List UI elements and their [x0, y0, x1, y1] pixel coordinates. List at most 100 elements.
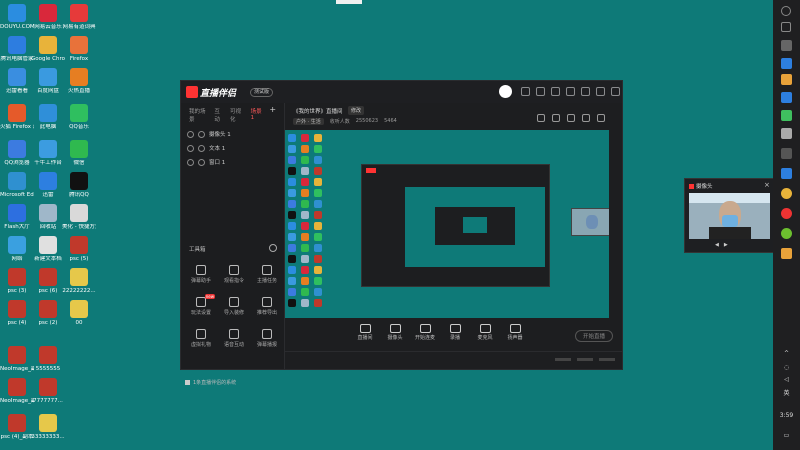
desktop-icon[interactable]: 腾讯QQ: [62, 172, 96, 199]
action-button[interactable]: 扬声器: [501, 321, 529, 347]
desktop-icon[interactable]: 网络: [0, 236, 34, 263]
menu-icon[interactable]: [566, 87, 575, 96]
desktop-icon[interactable]: psc (3): [0, 268, 34, 295]
desktop-icon[interactable]: 7777777...: [31, 378, 65, 405]
start-icon[interactable]: [781, 6, 791, 16]
desktop-icon[interactable]: psc (5): [62, 236, 96, 263]
tool-item[interactable]: 虚拟礼物: [185, 329, 217, 348]
add-scene-button[interactable]: +: [269, 106, 276, 123]
desktop-icon[interactable]: 千牛工作台: [31, 140, 65, 167]
app-icon[interactable]: [781, 228, 792, 239]
app-icon[interactable]: [781, 92, 792, 103]
desktop-icon[interactable]: Flash大厅: [0, 204, 34, 231]
desktop-icon[interactable]: 新建文本档: [31, 236, 65, 263]
tool-item[interactable]: 推荐导出: [251, 297, 283, 316]
live-companion-icon[interactable]: [781, 208, 792, 219]
source-item[interactable]: 窗口 1: [181, 155, 284, 169]
bell-icon[interactable]: [582, 114, 590, 122]
search-icon[interactable]: [781, 22, 791, 32]
desktop-icon[interactable]: DOUYU.COM 斗鱼直播: [0, 4, 34, 31]
room-category[interactable]: 户外 · 生活: [293, 118, 324, 125]
desktop-icon[interactable]: 美化 - 快捷方式: [62, 204, 96, 231]
notification-icon[interactable]: ▭: [773, 432, 800, 439]
action-button[interactable]: 录播: [441, 321, 469, 347]
desktop-icon[interactable]: 此电脑: [31, 104, 65, 131]
preview-canvas[interactable]: [285, 130, 609, 318]
desktop-icon[interactable]: 5555555: [31, 346, 65, 373]
skin-icon[interactable]: [536, 87, 545, 96]
desktop-icon[interactable]: Firefox: [62, 36, 96, 63]
tool-item[interactable]: 弹幕助手: [185, 265, 217, 284]
desktop-icon[interactable]: 网易云音乐: [31, 4, 65, 31]
message-icon[interactable]: [521, 87, 530, 96]
user-icon[interactable]: [567, 114, 575, 122]
minimize-icon[interactable]: [581, 87, 590, 96]
eye-icon[interactable]: [187, 158, 194, 166]
eye-icon[interactable]: [187, 144, 194, 152]
source-item[interactable]: 文本 1: [181, 141, 284, 155]
tool-item[interactable]: 玩法设置 new: [185, 294, 217, 316]
share-icon[interactable]: [597, 114, 605, 122]
desktop-icon[interactable]: 火狐 Firefox 浏览: [0, 104, 34, 131]
desktop-icon[interactable]: NeoImage_副本: [0, 346, 34, 373]
tool-item[interactable]: 语音互动: [218, 329, 250, 348]
desktop-icon[interactable]: 迅雷: [31, 172, 65, 199]
user-avatar[interactable]: [499, 85, 512, 98]
close-icon[interactable]: ×: [764, 181, 770, 189]
desktop-icon[interactable]: 22222222...: [62, 268, 96, 295]
action-button[interactable]: 麦克风: [471, 321, 499, 347]
desktop-icon[interactable]: 微信: [62, 140, 96, 167]
chrome-icon[interactable]: [781, 188, 792, 199]
desktop-icon[interactable]: 迅雷看看: [0, 68, 34, 95]
desktop-icon[interactable]: Google Chrome: [31, 36, 65, 63]
desktop-icon[interactable]: 回收站: [31, 204, 65, 231]
app-icon[interactable]: [781, 58, 792, 69]
app-icon[interactable]: [781, 148, 792, 159]
modify-button[interactable]: 修改: [348, 106, 365, 115]
eye-icon[interactable]: [187, 130, 194, 138]
maximize-icon[interactable]: [596, 87, 605, 96]
app-icon[interactable]: [781, 110, 792, 121]
desktop-icon[interactable]: 00: [62, 300, 96, 327]
notice-bar[interactable]: 1条直播伴侣的系统: [185, 379, 236, 386]
lock-icon[interactable]: [198, 158, 205, 166]
tool-item[interactable]: 弹幕播报: [251, 329, 283, 348]
desktop-icon[interactable]: QQ浏览器: [0, 140, 34, 167]
gift-icon[interactable]: [537, 114, 545, 122]
tab-interact[interactable]: 互动: [214, 107, 224, 123]
desktop-icon[interactable]: 33333333...: [31, 414, 65, 441]
desktop-icon[interactable]: 腾讯电脑管家: [0, 36, 34, 63]
desktop-icon[interactable]: 百度网盘: [31, 68, 65, 95]
start-live-button[interactable]: 开始直播: [575, 330, 613, 342]
input-lang[interactable]: 英: [773, 388, 800, 397]
desktop-icon[interactable]: psc (2): [31, 300, 65, 327]
folder-icon[interactable]: [781, 74, 792, 85]
desktop-icon[interactable]: NeoImage_副本_副本: [0, 378, 34, 405]
chevron-up-icon[interactable]: ^: [773, 350, 800, 357]
task-view-icon[interactable]: [781, 40, 792, 51]
app-icon[interactable]: [781, 168, 792, 179]
source-item[interactable]: 摄像头 1: [181, 127, 284, 141]
desktop-icon[interactable]: Microsoft Edge: [0, 172, 34, 199]
lock-icon[interactable]: [198, 130, 205, 138]
app-icon[interactable]: [781, 248, 792, 259]
action-button[interactable]: 直播间: [351, 321, 379, 347]
desktop-icon[interactable]: psc (4): [0, 300, 34, 327]
tool-item[interactable]: 导入装修: [218, 297, 250, 316]
lock-icon[interactable]: [198, 144, 205, 152]
desktop-icon[interactable]: psc (6): [31, 268, 65, 295]
tab-my-scenes[interactable]: 我的场景: [189, 107, 208, 123]
action-button[interactable]: 开始连麦: [411, 321, 439, 347]
close-icon[interactable]: [611, 87, 620, 96]
tool-item[interactable]: 主播任务: [251, 265, 283, 284]
tab-scene-1[interactable]: 场景1: [251, 107, 264, 123]
volume-icon[interactable]: ◁: [773, 376, 800, 383]
desktop-icon[interactable]: 火热直播: [62, 68, 96, 95]
app-icon[interactable]: [781, 128, 792, 139]
share-screen-icon[interactable]: [552, 114, 560, 122]
action-button[interactable]: 摄像头: [381, 321, 409, 347]
settings-icon[interactable]: [551, 87, 560, 96]
prev-button[interactable]: ◀: [715, 242, 719, 248]
network-icon[interactable]: ◌: [773, 364, 800, 371]
clock[interactable]: 3:59: [773, 412, 800, 419]
